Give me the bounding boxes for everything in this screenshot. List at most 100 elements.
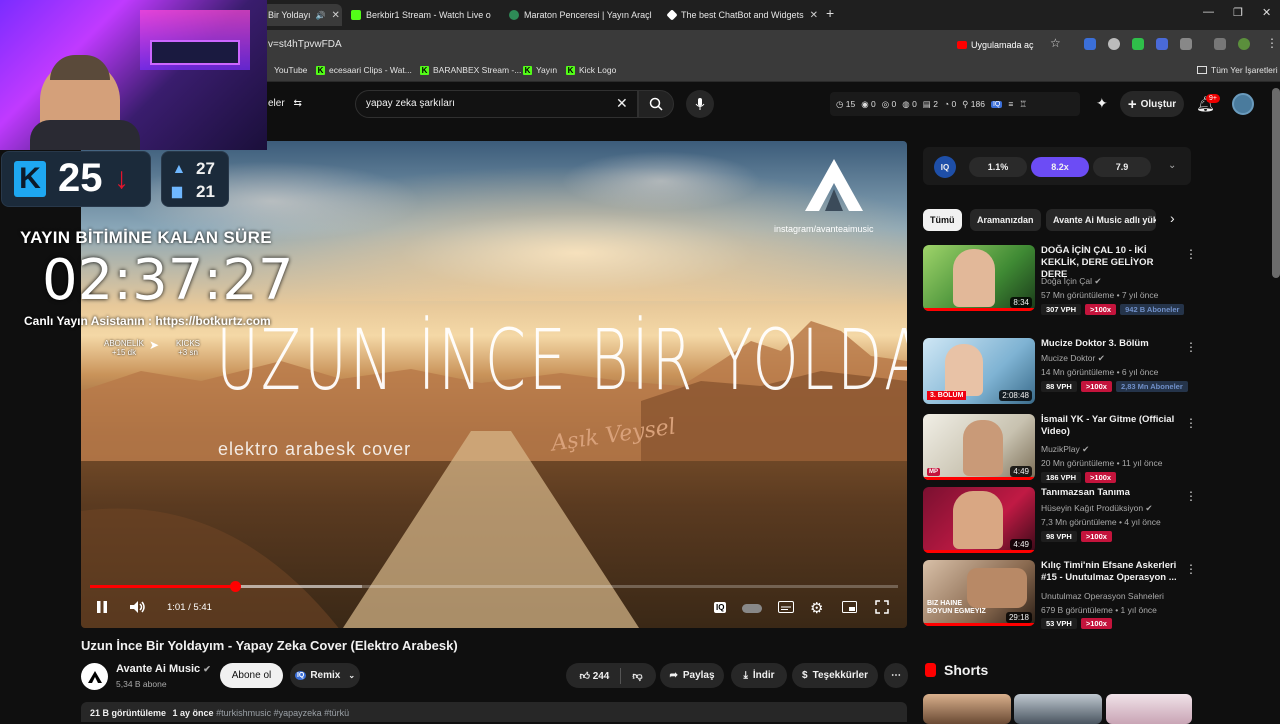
bookmark-baranbex[interactable]: K BARANBEX Stream -...: [420, 65, 521, 75]
recommendation-channel[interactable]: MuzikPlay ✔: [1041, 444, 1089, 455]
iq-pill-multiplier[interactable]: 8.2x: [1031, 157, 1089, 177]
media-icon[interactable]: [1214, 38, 1226, 50]
chip-channel[interactable]: Avante Ai Music adlı yük: [1046, 209, 1156, 231]
iq-pill-ctr[interactable]: 1.1%: [969, 157, 1027, 177]
new-tab-icon[interactable]: +: [826, 5, 834, 21]
extension-icon[interactable]: [1132, 38, 1144, 50]
avatar[interactable]: [1232, 93, 1254, 115]
list-icon[interactable]: ≡: [1008, 99, 1013, 109]
iq-icon[interactable]: IQ: [714, 602, 727, 613]
tab-label: The best ChatBot and Widgets: [681, 10, 804, 20]
hashtags[interactable]: #turkishmusic #yapayzeka #türkü: [216, 708, 349, 718]
maximize-icon[interactable]: ❐: [1233, 6, 1243, 19]
tab-maraton[interactable]: Maraton Penceresi | Yayın Araçl ✕: [503, 4, 658, 26]
search-button[interactable]: [638, 90, 674, 118]
youtube-logo-icon: [957, 41, 967, 49]
recommendation-channel[interactable]: Doğa İçin Çal ✔: [1041, 276, 1102, 287]
recommendation-title[interactable]: Mucize Doktor 3. Bölüm: [1041, 338, 1181, 350]
close-tab-icon[interactable]: ✕: [804, 10, 818, 21]
scrollbar[interactable]: [1272, 88, 1280, 278]
bookmark-clips[interactable]: Kecesaari Clips - Wat...: [316, 65, 412, 75]
remix-button[interactable]: IQ Remix ⌄: [290, 663, 360, 688]
iq-pill-score[interactable]: 7.9: [1093, 157, 1151, 177]
download-button[interactable]: ⤓ İndir: [731, 663, 787, 688]
close-tab-icon[interactable]: ✕: [326, 10, 340, 21]
subscribe-button[interactable]: Abone ol: [220, 663, 283, 688]
video-thumbnail[interactable]: BIZ HAINE BOYUN EGMEYIZ 29:18: [923, 560, 1035, 626]
url-field[interactable]: v=st4hTpvwFDA: [268, 39, 342, 50]
recommendation-title[interactable]: Tanımazsan Tanıma: [1041, 487, 1181, 499]
recommendation-channel[interactable]: Mucize Doktor ✔: [1041, 353, 1105, 364]
search-input[interactable]: yapay zeka şarkıları: [366, 98, 455, 109]
recommendation-title[interactable]: İsmail YK - Yar Gitme (Official Video): [1041, 414, 1181, 438]
kebab-menu-icon[interactable]: ⋮: [1185, 247, 1197, 261]
miniplayer-icon[interactable]: [842, 601, 857, 616]
autoplay-toggle[interactable]: [742, 604, 762, 613]
share-button[interactable]: ➦ Paylaş: [660, 663, 724, 688]
kebab-menu-icon[interactable]: ⋮: [1185, 562, 1197, 576]
channel-name[interactable]: Avante Ai Music ✔: [116, 663, 211, 675]
iq-icon[interactable]: IQ: [990, 100, 1003, 108]
recommendation-item[interactable]: 3. BÖLÜM 2:08:48 Mucize Doktor 3. Bölüm …: [923, 338, 1197, 404]
kebab-menu-icon[interactable]: ⋮: [1185, 340, 1197, 354]
fullscreen-icon[interactable]: [875, 600, 889, 617]
extension-icon[interactable]: [1084, 38, 1096, 50]
recommendation-channel[interactable]: Unutulmaz Operasyon Sahneleri: [1041, 591, 1164, 601]
pause-button[interactable]: [96, 600, 108, 617]
video-thumbnail[interactable]: 3. BÖLÜM 2:08:48: [923, 338, 1035, 404]
create-button[interactable]: + Oluştur: [1120, 91, 1184, 117]
channel-avatar[interactable]: [81, 663, 108, 690]
open-in-app-button[interactable]: Uygulamada aç: [957, 36, 1034, 54]
chip-from-search[interactable]: Aramanızdan: [970, 209, 1041, 231]
bookmark-youtube[interactable]: YouTube: [274, 65, 307, 75]
kebab-menu-icon[interactable]: ⋮: [1185, 489, 1197, 503]
puzzle-icon[interactable]: [1180, 38, 1192, 50]
close-tab-icon[interactable]: ✕: [652, 10, 659, 21]
volume-button[interactable]: [129, 600, 147, 617]
chip-all[interactable]: Tümü: [923, 209, 962, 231]
star-icon[interactable]: ☆: [1050, 36, 1061, 50]
ai-sparkle-icon[interactable]: ✦: [1096, 95, 1108, 112]
recommendation-channel[interactable]: Hüseyin Kağıt Prodüksiyon ✔: [1041, 503, 1153, 514]
all-bookmarks[interactable]: Tüm Yer İşaretleri: [1197, 65, 1278, 75]
video-thumbnail[interactable]: MP 4:49: [923, 414, 1035, 480]
dislike-button[interactable]: 👎︎: [632, 670, 642, 682]
trophy-icon[interactable]: ♖: [1019, 99, 1027, 110]
subtitles-icon[interactable]: [778, 601, 794, 616]
tab-chatbot[interactable]: The best ChatBot and Widgets ✕: [662, 4, 820, 26]
recommendation-title[interactable]: Kılıç Timi'nin Efsane Askerleri #15 - Un…: [1041, 560, 1181, 584]
extension-icon[interactable]: [1156, 38, 1168, 50]
tab-kick-stream[interactable]: Berkbir1 Stream - Watch Live o ✕: [345, 4, 495, 26]
recommendation-item[interactable]: MP 4:49 İsmail YK - Yar Gitme (Official …: [923, 414, 1197, 483]
close-window-icon[interactable]: ✕: [1262, 6, 1271, 19]
video-thumbnail[interactable]: 4:49: [923, 487, 1035, 553]
kebab-menu-icon[interactable]: ⋮: [1266, 36, 1278, 50]
settings-gear-icon[interactable]: ⚙: [810, 599, 823, 617]
vph-badge: 88 VPH: [1041, 381, 1077, 392]
minimize-icon[interactable]: —: [1203, 6, 1214, 18]
close-tab-icon[interactable]: ✕: [491, 10, 495, 21]
bookmark-kick-logo[interactable]: K Kick Logo: [566, 65, 616, 75]
tab-active[interactable]: Bir Yoldayı 🔊 ✕: [262, 4, 342, 26]
recommendation-meta: 20 Mn görüntüleme • 11 yıl önce: [1041, 458, 1163, 468]
recommendation-item[interactable]: 4:49 Tanımazsan Tanıma Hüseyin Kağıt Pro…: [923, 487, 1197, 553]
profile-avatar[interactable]: [1238, 38, 1250, 50]
video-thumbnail[interactable]: 8:34: [923, 245, 1035, 311]
filters-menu[interactable]: eler ⇆: [268, 98, 302, 109]
kick-icon: K: [523, 65, 532, 75]
recommendation-badges: 53 VPH >100x: [1041, 618, 1112, 629]
recommendation-item[interactable]: 8:34 DOĞA İÇİN ÇAL 10 - İKİ KEKLİK, DERE…: [923, 245, 1197, 315]
shield-icon[interactable]: [1108, 38, 1120, 50]
more-actions-button[interactable]: ⋯: [884, 663, 908, 688]
clear-search-icon[interactable]: ✕: [616, 95, 628, 112]
thanks-button[interactable]: $ Teşekkürler: [792, 663, 878, 688]
recommendation-item[interactable]: BIZ HAINE BOYUN EGMEYIZ 29:18 Kılıç Timi…: [923, 560, 1197, 629]
kebab-menu-icon[interactable]: ⋮: [1185, 416, 1197, 430]
chevron-down-icon[interactable]: ⌄: [1168, 160, 1176, 171]
voice-search-button[interactable]: [686, 90, 714, 118]
like-button[interactable]: 👍︎ 244: [579, 670, 609, 682]
bookmark-yayin[interactable]: K Yayın: [523, 65, 557, 75]
description-box[interactable]: 21 B görüntüleme 1 ay önce #turkishmusic…: [81, 702, 907, 722]
chevron-right-icon[interactable]: ›: [1170, 210, 1175, 226]
video-player[interactable]: instagram/avanteaimusic UZUN İNCE BİR YO…: [81, 141, 907, 628]
